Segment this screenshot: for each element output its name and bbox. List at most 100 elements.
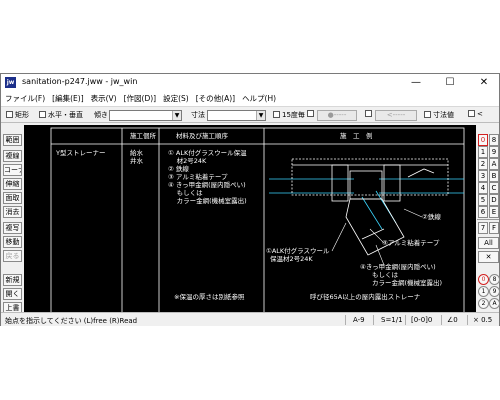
mesh-wave xyxy=(407,168,435,178)
tool-open[interactable]: 開く xyxy=(3,288,22,300)
checkbox-icon xyxy=(424,111,431,118)
layer-button-9[interactable]: 9 xyxy=(489,146,499,158)
tool-erase[interactable]: 消去 xyxy=(3,206,22,218)
app-window: jw sanitation-p247.jww - jw_win — ☐ ✕ ファ… xyxy=(0,73,500,326)
leader-glasswool xyxy=(331,222,347,252)
layer-group-button-6[interactable]: 6 xyxy=(478,206,488,218)
layer-circle-1[interactable]: 1 xyxy=(478,286,489,297)
dim-label: 寸法 xyxy=(191,111,205,119)
rect-checkbox[interactable]: 矩形 xyxy=(6,110,29,120)
layer-display[interactable]: [0-0]0 xyxy=(411,316,432,324)
minimize-button[interactable]: — xyxy=(404,74,428,91)
pt-checkbox[interactable] xyxy=(307,110,316,118)
paper-size[interactable]: A-9 xyxy=(353,316,365,324)
rect-label: 矩形 xyxy=(15,111,29,119)
menu-draw[interactable]: [作図(D)] xyxy=(124,93,156,104)
layer-group-button-4[interactable]: 4 xyxy=(478,182,488,194)
callout-glasswool-1: ①ALK付グラスウール xyxy=(266,247,330,255)
step-4c: カラー金網(機械室露出) xyxy=(168,197,247,205)
step-2: ② 鉄線 xyxy=(168,165,189,173)
layer-group-button-7[interactable]: 7 xyxy=(478,222,488,234)
lt-checkbox[interactable]: < xyxy=(468,110,483,118)
arrow-checkbox[interactable] xyxy=(365,110,374,118)
strainer-branch-a xyxy=(361,196,383,230)
layer-circle-8[interactable]: 8 xyxy=(489,274,500,285)
menu-bar: ファイル(F) [編集(E)] 表示(V) [作図(D)] 設定(S) [その他… xyxy=(1,91,499,106)
leader-wire xyxy=(403,208,423,218)
menu-edit[interactable]: [編集(E)] xyxy=(52,93,83,104)
deg15-label: 15度毎 xyxy=(282,111,305,119)
tool-range[interactable]: 範囲 xyxy=(3,134,22,146)
zoom-display[interactable]: × 0.5 xyxy=(473,316,492,324)
maximize-button[interactable]: ☐ xyxy=(438,74,462,91)
hv-checkbox[interactable]: 水平・垂直 xyxy=(39,110,83,120)
layer-circle-9[interactable]: 9 xyxy=(489,286,500,297)
layer-group-button-2[interactable]: 2 xyxy=(478,158,488,170)
layer-button-b[interactable]: B xyxy=(489,170,499,182)
tool-chamfer[interactable]: 面取 xyxy=(3,192,22,204)
checkbox-icon xyxy=(468,110,475,117)
layer-group-button-0[interactable]: 0 xyxy=(478,134,488,146)
strainer-cap-line xyxy=(361,228,385,240)
tool-corner[interactable]: コーナー xyxy=(3,164,22,176)
title-bar[interactable]: jw sanitation-p247.jww - jw_win — ☐ ✕ xyxy=(1,74,499,91)
dimval-label: 寸法値 xyxy=(433,111,454,119)
layer-button-c[interactable]: C xyxy=(489,182,499,194)
menu-view[interactable]: 表示(V) xyxy=(91,93,117,104)
tool-offset[interactable]: 複線 xyxy=(3,150,22,162)
layer-group-button-3[interactable]: 3 xyxy=(478,170,488,182)
drawing-canvas[interactable]: 施工個所 材料及び施工順序 施 工 例 Y型ストレーナー 給水 井水 ① ALK… xyxy=(24,125,476,324)
close-button[interactable]: ✕ xyxy=(472,74,496,91)
layer-group-button-1[interactable]: 1 xyxy=(478,146,488,158)
checkbox-icon xyxy=(273,111,280,118)
tool-copy[interactable]: 複写 xyxy=(3,222,22,234)
layer-button-8[interactable]: 8 xyxy=(489,134,499,146)
step-4b: もしくは xyxy=(168,189,203,197)
layer-circle-2[interactable]: 2 xyxy=(478,298,489,309)
thickness-note: ※保温の厚さは別紙参照 xyxy=(174,293,245,301)
layer-button-a[interactable]: A xyxy=(489,158,499,170)
menu-help[interactable]: ヘルプ(H) xyxy=(242,93,276,104)
tilt-select[interactable]: ▼ xyxy=(109,110,182,121)
table-frame xyxy=(50,127,465,321)
step-3: ③ アルミ粘着テープ xyxy=(168,173,228,181)
dim-select[interactable]: ▼ xyxy=(207,110,266,121)
layer-invert-button[interactable]: ✕ xyxy=(478,251,499,263)
menu-file[interactable]: ファイル(F) xyxy=(5,93,45,104)
layer-all-button[interactable]: All xyxy=(478,237,499,249)
flange-right xyxy=(383,164,401,202)
checkbox-icon xyxy=(307,110,314,117)
tool-move[interactable]: 移動 xyxy=(3,236,22,248)
menu-settings[interactable]: 設定(S) xyxy=(163,93,189,104)
dimval-checkbox[interactable]: 寸法値 xyxy=(424,110,454,120)
layer-circle-a[interactable]: A xyxy=(489,298,500,309)
pipe-drawing xyxy=(269,178,464,230)
menu-other[interactable]: [その他(A)] xyxy=(196,93,235,104)
status-message: 始点を指示してください (L)free (R)Read xyxy=(5,317,138,325)
layer-button-d[interactable]: D xyxy=(489,194,499,206)
angle-display[interactable]: ∠0 xyxy=(447,316,458,324)
tool-undo[interactable]: 戻る xyxy=(3,250,22,262)
leader-lines xyxy=(331,208,423,266)
callout-mesh-2: もしくは xyxy=(372,271,398,279)
status-bar: 始点を指示してください (L)free (R)Read A-9 S=1/1 [0… xyxy=(1,312,499,326)
deg15-checkbox[interactable]: 15度毎 xyxy=(273,110,305,120)
tool-new[interactable]: 新規 xyxy=(3,274,22,286)
arrow-mode-button[interactable]: <----- xyxy=(375,110,417,121)
window-title: sanitation-p247.jww - jw_win xyxy=(22,77,138,86)
checkbox-icon xyxy=(39,111,46,118)
layer-circle-0[interactable]: 0 xyxy=(478,274,489,285)
supply-well: 井水 xyxy=(130,157,143,165)
layer-group-button-5[interactable]: 5 xyxy=(478,194,488,206)
callout-glasswool-2: 保温材2号24K xyxy=(270,255,313,263)
pt-mode-button[interactable]: ●----- xyxy=(317,110,357,121)
scale-display[interactable]: S=1/1 xyxy=(381,316,403,324)
jw-app-icon: jw xyxy=(5,77,16,88)
step-4: ④ きっ甲金網(屋内隠ぺい) xyxy=(168,181,246,189)
supply-water: 給水 xyxy=(130,149,143,157)
layer-button-e[interactable]: E xyxy=(489,206,499,218)
tool-stretch[interactable]: 伸縮 xyxy=(3,178,22,190)
status-divider xyxy=(373,315,374,325)
layer-button-f[interactable]: F xyxy=(489,222,499,234)
chevron-down-icon: ▼ xyxy=(172,111,181,120)
